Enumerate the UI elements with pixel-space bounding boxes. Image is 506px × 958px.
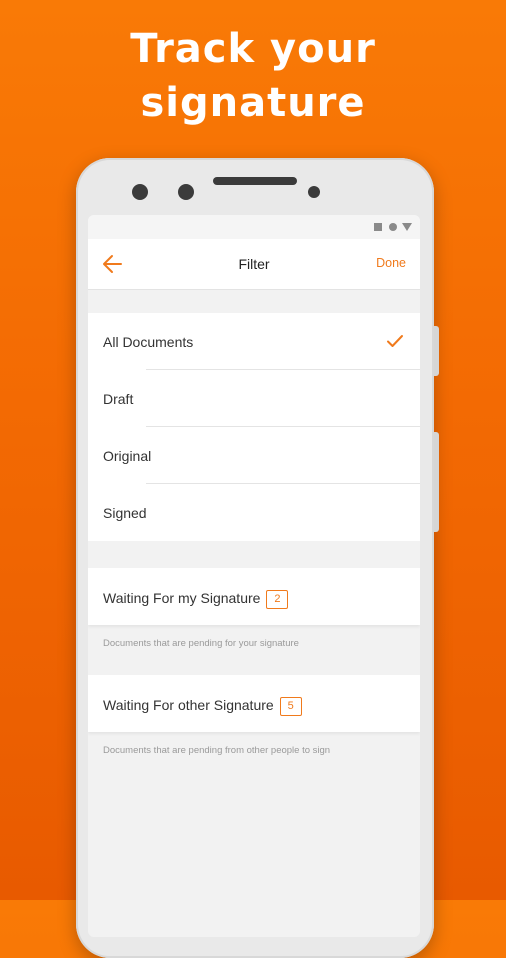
filter-item-signed[interactable]: Signed	[88, 484, 420, 541]
earpiece-speaker	[213, 177, 297, 185]
page-title: Filter	[238, 256, 270, 272]
filter-item-label: Original	[103, 448, 152, 464]
filter-item-label: Draft	[103, 391, 134, 407]
filter-item-original[interactable]: Original	[88, 427, 420, 484]
filter-item-draft[interactable]: Draft	[88, 370, 420, 427]
arrow-left-icon[interactable]	[100, 251, 126, 277]
wifi-status-icon	[389, 223, 397, 231]
count-badge: 5	[279, 697, 302, 716]
power-button	[434, 432, 439, 532]
top-toolbar: Filter Done	[88, 239, 420, 290]
waiting-for-my-signature-label: Waiting For my Signature 2	[103, 590, 289, 609]
waiting-for-my-signature-hint: Documents that are pending for your sign…	[103, 638, 299, 649]
count-badge: 2	[266, 590, 289, 609]
proximity-sensor-icon	[308, 186, 320, 198]
front-sensor-icon	[178, 184, 194, 200]
filter-item-all-documents[interactable]: All Documents	[88, 313, 420, 370]
signal-status-icon	[402, 223, 412, 231]
phone-frame: Filter Done All Documents Draft Original…	[76, 158, 439, 958]
headline-line-1: Track your	[130, 26, 376, 72]
waiting-for-my-signature-row[interactable]: Waiting For my Signature 2	[88, 568, 420, 625]
headline-line-2: signature	[140, 80, 366, 126]
waiting-for-other-signature-hint: Documents that are pending from other pe…	[103, 745, 331, 756]
filter-item-label: All Documents	[103, 334, 194, 350]
front-camera-icon	[132, 184, 148, 200]
status-bar	[88, 215, 420, 239]
recents-status-icon	[374, 223, 382, 231]
filter-item-label: Signed	[103, 505, 147, 521]
done-button[interactable]: Done	[376, 256, 406, 270]
row-label-text: Waiting For my Signature	[103, 590, 261, 606]
waiting-for-other-signature-row[interactable]: Waiting For other Signature 5	[88, 675, 420, 732]
promo-headline: Track your signature	[0, 22, 506, 130]
volume-button	[434, 326, 439, 376]
phone-screen: Filter Done All Documents Draft Original…	[88, 215, 420, 937]
waiting-for-other-signature-label: Waiting For other Signature 5	[103, 697, 302, 716]
row-label-text: Waiting For other Signature	[103, 697, 274, 713]
checkmark-icon	[387, 335, 403, 347]
document-filter-list: All Documents Draft Original Signed	[88, 313, 420, 541]
